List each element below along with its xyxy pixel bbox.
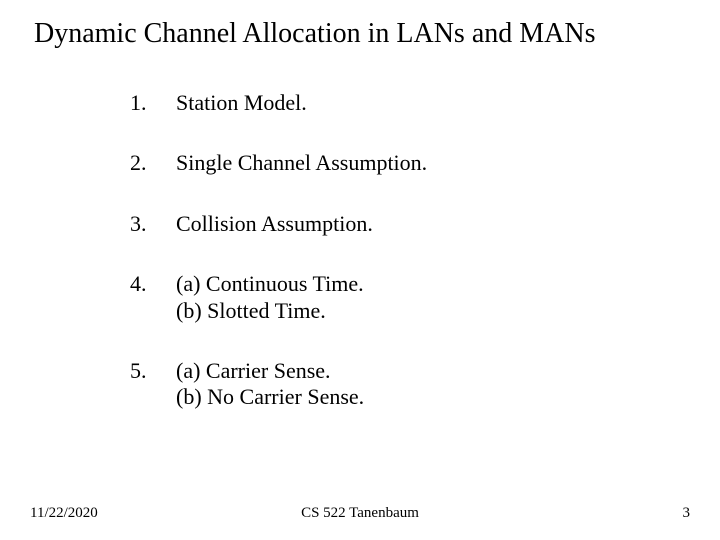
- list-item-number: 2.: [130, 150, 176, 176]
- list-item-number: 1.: [130, 90, 176, 116]
- list-item: 3. Collision Assumption.: [130, 211, 690, 237]
- footer-page-number: 3: [683, 505, 691, 522]
- list-item-text: (a) Carrier Sense.(b) No Carrier Sense.: [176, 358, 364, 411]
- list-item: 1. Station Model.: [130, 90, 690, 116]
- footer-date: 11/22/2020: [30, 505, 98, 522]
- slide-footer: 11/22/2020 CS 522 Tanenbaum 3: [30, 505, 690, 522]
- slide: Dynamic Channel Allocation in LANs and M…: [0, 0, 720, 540]
- list-item-text: Station Model.: [176, 90, 307, 116]
- list-item-text: Single Channel Assumption.: [176, 150, 427, 176]
- footer-center-text: CS 522 Tanenbaum: [301, 505, 419, 522]
- list-item-number: 4.: [130, 271, 176, 297]
- list-item: 2. Single Channel Assumption.: [130, 150, 690, 176]
- list-item-text: (a) Continuous Time.(b) Slotted Time.: [176, 271, 364, 324]
- list-item-text: Collision Assumption.: [176, 211, 373, 237]
- list-item-number: 5.: [130, 358, 176, 384]
- list-item-number: 3.: [130, 211, 176, 237]
- list-item: 4. (a) Continuous Time.(b) Slotted Time.: [130, 271, 690, 324]
- slide-title: Dynamic Channel Allocation in LANs and M…: [34, 18, 690, 50]
- list-item: 5. (a) Carrier Sense.(b) No Carrier Sens…: [130, 358, 690, 411]
- numbered-list: 1. Station Model. 2. Single Channel Assu…: [130, 90, 690, 411]
